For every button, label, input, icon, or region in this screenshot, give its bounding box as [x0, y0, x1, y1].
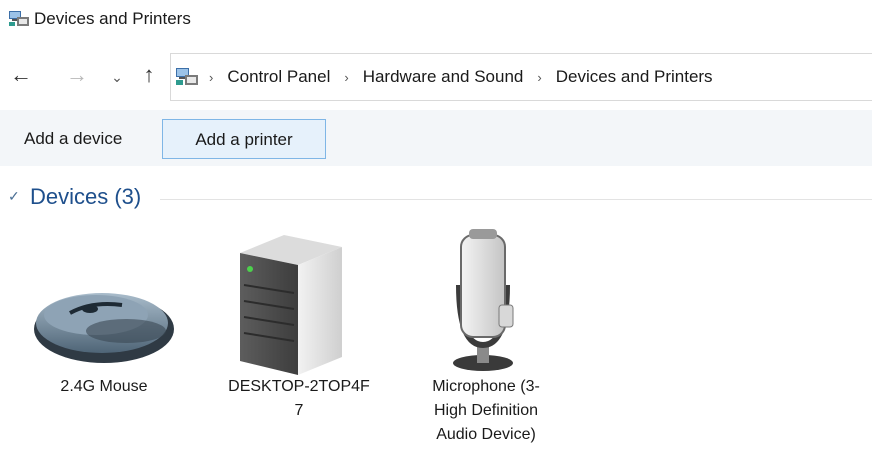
chevron-expand-icon[interactable]: ✓: [8, 188, 20, 205]
device-tile-mouse[interactable]: 2.4G Mouse: [30, 225, 178, 399]
devices-and-printers-icon: [9, 11, 29, 26]
mouse-icon: [34, 293, 174, 363]
chevron-right-icon[interactable]: ›: [209, 70, 213, 85]
chevron-right-icon[interactable]: ›: [344, 70, 348, 85]
control-panel-icon: [176, 68, 198, 85]
command-bar: Add a device Add a printer: [0, 110, 872, 166]
chevron-right-icon[interactable]: ›: [537, 70, 541, 85]
arrow-up-icon[interactable]: ↑: [136, 62, 162, 88]
device-label: DESKTOP-2TOP4F 7: [228, 378, 370, 419]
breadcrumb-devices-and-printers[interactable]: Devices and Printers: [556, 67, 713, 87]
address-bar[interactable]: › Control Panel › Hardware and Sound › D…: [170, 53, 872, 101]
computer-tower-icon: [240, 235, 342, 375]
device-label: 2.4G Mouse: [60, 378, 148, 395]
arrow-right-icon[interactable]: →: [64, 62, 90, 88]
add-device-button[interactable]: Add a device: [8, 119, 138, 159]
add-printer-button[interactable]: Add a printer: [162, 119, 326, 159]
chevron-down-icon[interactable]: ⌄: [104, 64, 130, 90]
breadcrumb-hardware-and-sound[interactable]: Hardware and Sound: [363, 67, 524, 87]
title-bar: Devices and Printers: [0, 0, 872, 40]
device-tile-microphone[interactable]: Microphone (3- High Definition Audio Dev…: [403, 225, 569, 447]
device-tile-computer[interactable]: DESKTOP-2TOP4F 7: [212, 225, 386, 423]
navigation-bar: ← → ⌄ ↑ › Control Panel › Hardware and S…: [0, 50, 872, 104]
group-divider: [160, 199, 872, 200]
devices-group-header[interactable]: ✓ Devices (3): [8, 182, 872, 214]
group-title: Devices (3): [30, 184, 142, 209]
breadcrumb: › Control Panel › Hardware and Sound › D…: [209, 67, 713, 87]
microphone-icon: [453, 229, 514, 371]
arrow-left-icon[interactable]: ←: [8, 62, 34, 88]
device-label: Microphone (3- High Definition Audio Dev…: [432, 378, 540, 443]
window-title: Devices and Printers: [34, 9, 191, 28]
breadcrumb-control-panel[interactable]: Control Panel: [227, 67, 330, 87]
